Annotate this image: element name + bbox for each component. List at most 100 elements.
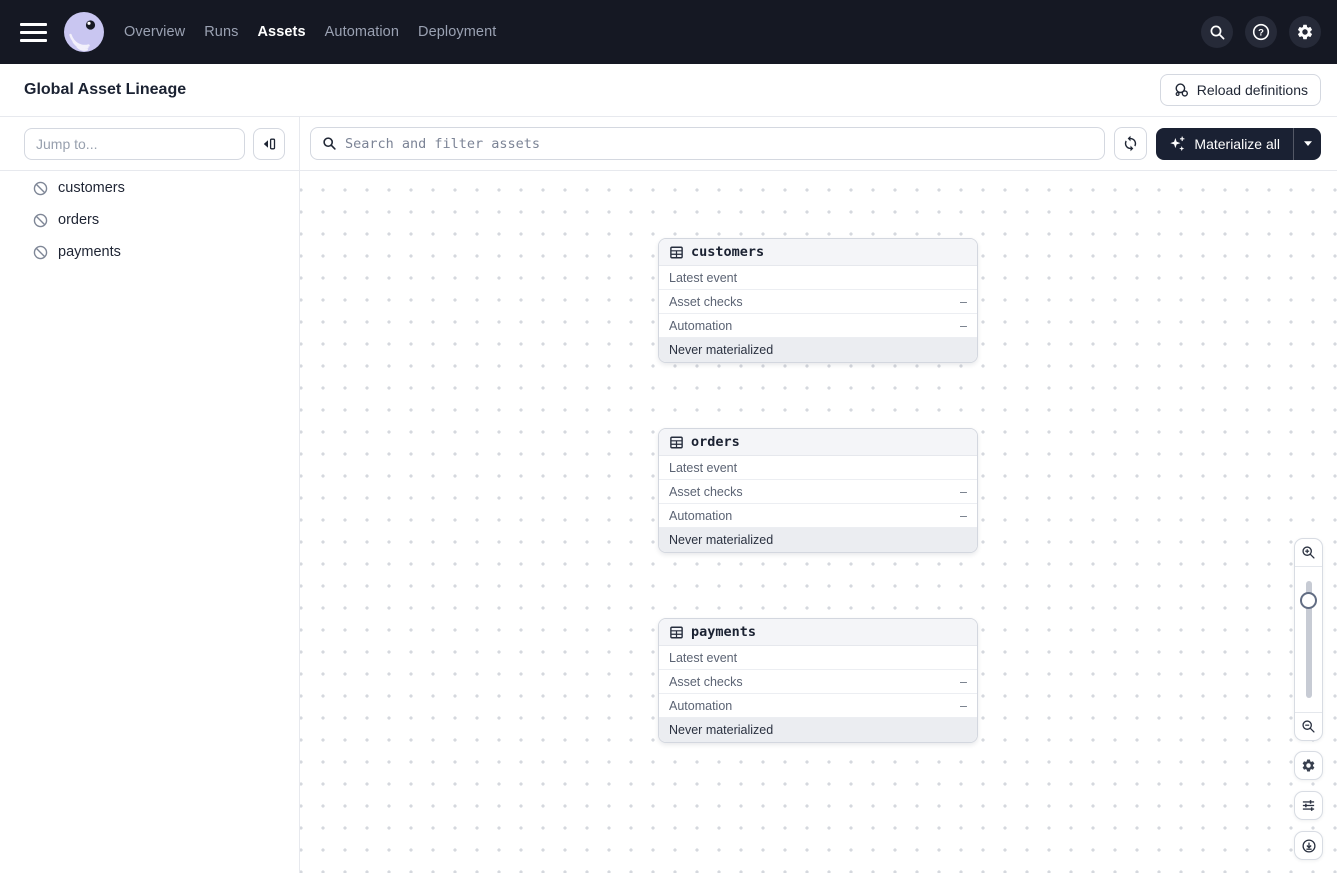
collapse-panel-icon xyxy=(263,138,276,149)
sidebar-item-orders[interactable]: orders xyxy=(0,204,299,236)
zoom-in-icon xyxy=(1302,546,1315,559)
jump-to-input[interactable] xyxy=(24,127,245,160)
materialize-all-button[interactable]: Materialize all xyxy=(1156,128,1293,160)
row-label: Latest event xyxy=(669,460,738,475)
row-label: Automation xyxy=(669,508,733,523)
row-label: Asset checks xyxy=(669,484,743,499)
latest-event-row: Latest event xyxy=(659,456,977,480)
sparkle-icon xyxy=(1170,136,1185,152)
sidebar-item-label: payments xyxy=(58,244,121,260)
refresh-button[interactable] xyxy=(1114,127,1148,160)
nav-links: Overview Runs Assets Automation Deployme… xyxy=(124,24,496,40)
latest-event-row: Latest event xyxy=(659,266,977,290)
table-icon xyxy=(670,626,683,638)
zoom-in-button[interactable] xyxy=(1295,539,1322,567)
page-title: Global Asset Lineage xyxy=(24,81,187,98)
row-value: – xyxy=(960,294,967,309)
zoom-out-button[interactable] xyxy=(1295,712,1322,740)
graph-toolbar: Materialize all xyxy=(300,117,1337,170)
graph-filter-button[interactable] xyxy=(1294,791,1323,820)
automation-row: Automation – xyxy=(659,504,977,528)
row-label: Latest event xyxy=(669,270,738,285)
nav-link-overview[interactable]: Overview xyxy=(124,24,185,40)
asset-node-header: payments xyxy=(659,619,977,646)
zoom-controls xyxy=(1294,538,1323,741)
asset-name: customers xyxy=(691,244,765,260)
nav-link-automation[interactable]: Automation xyxy=(325,24,399,40)
download-graph-button[interactable] xyxy=(1294,831,1323,860)
row-value: – xyxy=(960,318,967,333)
row-label: Automation xyxy=(669,318,733,333)
asset-search-input[interactable] xyxy=(345,135,1094,152)
zoom-slider[interactable] xyxy=(1295,567,1322,712)
code-location-icon xyxy=(1175,83,1188,97)
no-materialization-icon xyxy=(33,213,48,227)
asset-list-sidebar: customers orders payments xyxy=(0,171,300,873)
reload-definitions-button[interactable]: Reload definitions xyxy=(1159,74,1321,106)
page-header: Global Asset Lineage Reload definitions xyxy=(0,64,1337,117)
zoom-slider-handle[interactable] xyxy=(1300,592,1317,609)
row-value: – xyxy=(960,698,967,713)
row-label: Asset checks xyxy=(669,674,743,689)
nav-search-button[interactable] xyxy=(1201,16,1233,48)
reload-definitions-label: Reload definitions xyxy=(1196,82,1308,98)
asset-node-header: customers xyxy=(659,239,977,266)
row-value: – xyxy=(960,674,967,689)
materialization-status: Never materialized xyxy=(659,718,977,742)
caret-down-icon xyxy=(1303,141,1312,146)
materialize-all-split-button: Materialize all xyxy=(1156,127,1321,160)
row-value: – xyxy=(960,508,967,523)
no-materialization-icon xyxy=(33,245,48,259)
refresh-icon xyxy=(1125,135,1137,152)
asset-name: orders xyxy=(691,434,740,450)
download-icon xyxy=(1301,838,1316,853)
asset-checks-row: Asset checks – xyxy=(659,480,977,504)
materialize-dropdown-button[interactable] xyxy=(1293,127,1321,160)
nav-link-assets[interactable]: Assets xyxy=(257,24,305,40)
asset-checks-row: Asset checks – xyxy=(659,290,977,314)
content-area: customers orders payments customers Late… xyxy=(0,171,1337,873)
asset-node-header: orders xyxy=(659,429,977,456)
asset-name: payments xyxy=(691,624,757,640)
asset-node-customers[interactable]: customers Latest event Asset checks – Au… xyxy=(658,238,978,363)
lineage-canvas[interactable]: customers Latest event Asset checks – Au… xyxy=(300,171,1337,873)
no-materialization-icon xyxy=(33,181,48,195)
top-navbar: Overview Runs Assets Automation Deployme… xyxy=(0,0,1337,64)
tune-icon xyxy=(1302,800,1315,811)
sidebar-item-payments[interactable]: payments xyxy=(0,236,299,268)
asset-checks-row: Asset checks – xyxy=(659,670,977,694)
materialization-status: Never materialized xyxy=(659,528,977,552)
graph-settings-button[interactable] xyxy=(1294,751,1323,780)
hamburger-menu-icon[interactable] xyxy=(20,18,48,46)
row-label: Automation xyxy=(669,698,733,713)
asset-node-payments[interactable]: payments Latest event Asset checks – Aut… xyxy=(658,618,978,743)
gear-icon xyxy=(1302,759,1315,772)
row-value: – xyxy=(960,484,967,499)
sidebar-item-customers[interactable]: customers xyxy=(0,172,299,204)
sidebar-item-label: orders xyxy=(58,212,100,228)
help-icon: ? xyxy=(1252,23,1270,41)
nav-link-deployment[interactable]: Deployment xyxy=(418,24,496,40)
toolbar-row: Materialize all xyxy=(0,117,1337,171)
latest-event-row: Latest event xyxy=(659,646,977,670)
sidebar-toolbar xyxy=(0,117,300,170)
asset-node-orders[interactable]: orders Latest event Asset checks – Autom… xyxy=(658,428,978,553)
table-icon xyxy=(670,246,683,258)
svg-text:?: ? xyxy=(1258,27,1264,38)
automation-row: Automation – xyxy=(659,314,977,338)
row-label: Latest event xyxy=(669,650,738,665)
dagster-logo-icon xyxy=(64,12,104,52)
materialize-all-label: Materialize all xyxy=(1194,135,1280,152)
nav-settings-button[interactable] xyxy=(1289,16,1321,48)
search-icon xyxy=(1210,25,1224,39)
asset-search-box[interactable] xyxy=(310,127,1106,160)
collapse-sidebar-button[interactable] xyxy=(253,127,285,160)
search-icon xyxy=(323,137,336,150)
nav-help-button[interactable]: ? xyxy=(1245,16,1277,48)
zoom-out-icon xyxy=(1302,720,1315,733)
nav-link-runs[interactable]: Runs xyxy=(204,24,238,40)
nav-right-actions: ? xyxy=(1201,16,1321,48)
row-label: Asset checks xyxy=(669,294,743,309)
materialization-status: Never materialized xyxy=(659,338,977,362)
table-icon xyxy=(670,436,683,448)
